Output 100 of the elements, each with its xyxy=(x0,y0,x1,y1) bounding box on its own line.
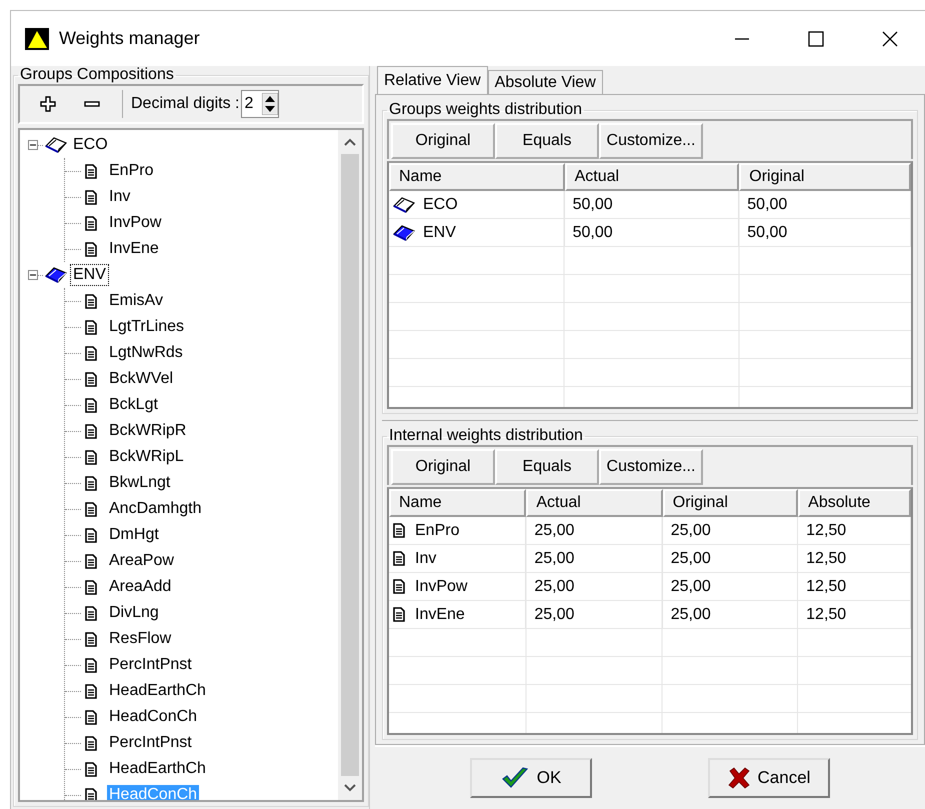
document-icon xyxy=(85,502,97,516)
tree-item[interactable]: HeadEarthCh xyxy=(107,759,208,779)
tree-item[interactable]: BckWRipL xyxy=(107,447,186,467)
table-cell: 25,00 xyxy=(534,606,574,624)
decimal-digits-label: Decimal digits : xyxy=(131,95,240,113)
document-icon xyxy=(85,424,97,438)
table-cell: 25,00 xyxy=(670,606,711,624)
table-cell: ECO xyxy=(423,196,458,214)
toolbar-button[interactable]: Equals xyxy=(495,123,599,159)
spin-arrows-icon[interactable] xyxy=(262,93,278,115)
column-header[interactable]: Original xyxy=(739,163,911,191)
document-icon xyxy=(85,346,97,360)
document-icon xyxy=(85,164,97,178)
group-title: Groups weights distribution xyxy=(388,101,583,119)
tab[interactable]: Absolute View xyxy=(488,70,603,94)
tree-item[interactable]: LgtTrLines xyxy=(107,317,186,337)
column-header[interactable]: Original xyxy=(662,489,798,517)
tree-item[interactable]: EmisAv xyxy=(107,291,165,311)
table-cell: EnPro xyxy=(415,522,460,540)
column-header[interactable]: Name xyxy=(389,489,526,517)
tree-item[interactable]: InvEne xyxy=(107,239,161,259)
document-icon xyxy=(85,450,97,464)
tree-item[interactable]: EnPro xyxy=(107,161,156,181)
table-cell: 25,00 xyxy=(670,550,711,568)
tree-item[interactable]: BckWVel xyxy=(107,369,176,389)
tree-item[interactable]: ENV xyxy=(71,265,108,285)
table-cell: 25,00 xyxy=(670,522,711,540)
tree-item[interactable]: DivLng xyxy=(107,603,161,623)
check-icon xyxy=(500,766,529,790)
tree-item[interactable]: AncDamhgth xyxy=(107,499,204,519)
document-icon xyxy=(85,554,97,568)
collapse-icon[interactable] xyxy=(28,270,38,280)
document-icon xyxy=(85,294,97,308)
table-cell: 25,00 xyxy=(534,522,574,540)
document-icon xyxy=(85,710,97,724)
document-icon xyxy=(85,242,97,256)
table-cell: ENV xyxy=(423,224,456,242)
tree-item[interactable]: AreaPow xyxy=(107,551,176,571)
tree-item[interactable]: PercIntPnst xyxy=(107,733,194,753)
document-icon xyxy=(85,606,97,620)
tree-item[interactable]: LgtNwRds xyxy=(107,343,185,363)
table-cell: InvPow xyxy=(415,578,468,596)
spin-field[interactable]: 2 xyxy=(241,90,280,118)
scroll-down-icon[interactable] xyxy=(344,784,356,792)
document-icon xyxy=(85,190,97,204)
ok-button[interactable]: OK xyxy=(470,758,592,798)
document-icon xyxy=(85,684,97,698)
tree-item[interactable]: BkwLngt xyxy=(107,473,172,493)
cancel-button[interactable]: Cancel xyxy=(708,758,830,798)
table-cell: InvEne xyxy=(415,606,465,624)
column-header[interactable]: Absolute xyxy=(798,489,911,517)
document-icon xyxy=(85,528,97,542)
document-icon xyxy=(85,216,97,230)
tree-item[interactable]: InvPow xyxy=(107,213,164,233)
table-cell: 12,50 xyxy=(806,606,846,624)
document-icon xyxy=(393,523,405,538)
table-cell: 12,50 xyxy=(806,522,846,540)
tree-item[interactable]: BckWRipR xyxy=(107,421,188,441)
document-icon xyxy=(85,398,97,412)
document-icon xyxy=(85,736,97,750)
toolbar-button[interactable]: Original xyxy=(391,123,495,159)
cross-icon xyxy=(728,767,750,789)
tree-item[interactable]: PercIntPnst xyxy=(107,655,194,675)
document-icon xyxy=(85,762,97,776)
table-cell: 50,00 xyxy=(747,224,788,242)
toolbar-button[interactable]: Equals xyxy=(495,449,599,485)
document-icon xyxy=(393,607,405,622)
tree-item[interactable]: ResFlow xyxy=(107,629,174,649)
toolbar-button[interactable]: Original xyxy=(391,449,495,485)
window-title: Weights manager xyxy=(59,28,200,49)
document-icon xyxy=(85,658,97,672)
collapse-icon[interactable] xyxy=(28,140,38,150)
scrollbar[interactable] xyxy=(338,130,362,800)
add-icon[interactable] xyxy=(40,96,56,112)
table-cell: 50,00 xyxy=(572,196,613,214)
table-cell: 50,00 xyxy=(747,196,788,214)
document-icon xyxy=(85,580,97,594)
column-header[interactable]: Actual xyxy=(564,163,740,191)
tree-item[interactable]: DmHgt xyxy=(107,525,161,545)
tree-item[interactable]: Inv xyxy=(107,187,132,207)
document-icon xyxy=(393,551,405,566)
app-logo-icon xyxy=(25,28,49,50)
table-cell: 12,50 xyxy=(806,550,846,568)
group-title: Groups Compositions xyxy=(19,66,175,84)
tree-item[interactable]: HeadEarthCh xyxy=(107,681,208,701)
table-cell: Inv xyxy=(415,550,436,568)
column-header[interactable]: Name xyxy=(389,163,565,191)
document-icon xyxy=(85,476,97,490)
toolbar-button[interactable]: Customize... xyxy=(599,449,703,485)
scroll-up-icon[interactable] xyxy=(344,138,356,146)
tree-item[interactable]: HeadConCh xyxy=(107,707,200,727)
maximize-icon[interactable] xyxy=(807,30,825,48)
column-header[interactable]: Actual xyxy=(526,489,663,517)
close-icon[interactable] xyxy=(881,30,899,48)
tree-item[interactable]: BckLgt xyxy=(107,395,160,415)
tree-item[interactable]: AreaAdd xyxy=(107,577,174,597)
table-cell: 50,00 xyxy=(572,224,613,242)
tree-item[interactable]: ECO xyxy=(71,135,110,155)
toolbar-button[interactable]: Customize... xyxy=(599,123,703,159)
tab[interactable]: Relative View xyxy=(377,66,488,94)
